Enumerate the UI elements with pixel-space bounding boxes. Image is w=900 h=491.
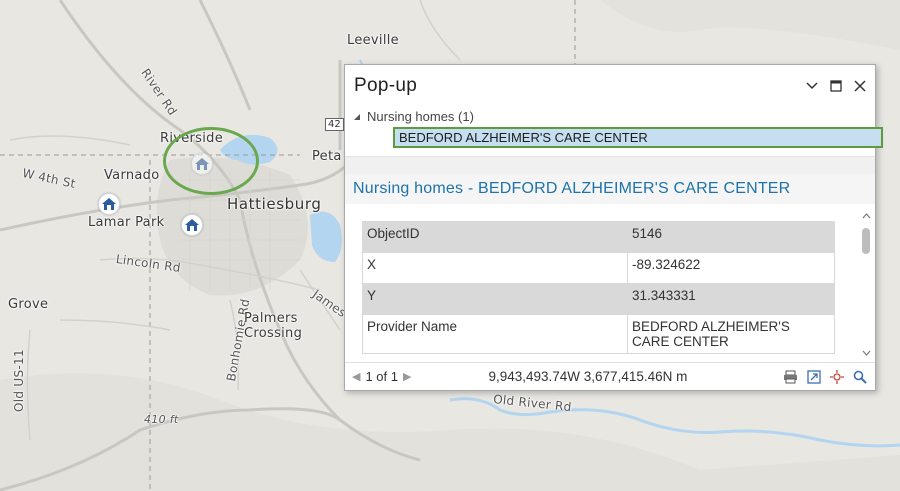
map-label-elevation: 410 ft — [144, 413, 179, 426]
chevron-down-icon[interactable] — [805, 79, 819, 93]
tree-group-nursing-homes[interactable]: Nursing homes (1) — [353, 107, 875, 125]
map-label-varnado: Varnado — [104, 168, 160, 183]
attribute-row: Provider Name BEDFORD ALZHEIMER'S CARE CE… — [362, 314, 835, 354]
map-label-peta: Peta — [312, 149, 342, 164]
selection-highlight-ring — [163, 127, 259, 195]
map-label-lamar-park: Lamar Park — [88, 215, 165, 230]
coordinates-readout: 9,943,493.74W 3,677,415.46N m — [488, 369, 688, 384]
maximize-icon[interactable] — [829, 79, 843, 93]
vertical-scrollbar[interactable] — [860, 208, 872, 363]
tree-group-label: Nursing homes (1) — [367, 108, 474, 124]
popup-title: Pop-up — [354, 75, 418, 96]
pager: ◀ 1 of 1 ▶ — [345, 369, 411, 384]
popup-titlebar[interactable]: Pop-up — [345, 65, 875, 107]
map-label-leeville: Leeville — [347, 33, 399, 48]
splitter[interactable] — [345, 156, 875, 174]
attribute-field-value: 5146 — [627, 221, 835, 253]
scroll-thumb[interactable] — [862, 228, 870, 254]
attribute-row: ObjectID 5146 — [362, 221, 835, 253]
map-view[interactable]: Leeville River Rd Riverside Varnado W 4t… — [0, 0, 900, 491]
popup-pane: Pop-up Nursing homes (1) BEDFORD ALZHEIM… — [344, 64, 883, 391]
next-feature-icon[interactable]: ▶ — [403, 370, 411, 383]
attribute-table: ObjectID 5146 X -89.324622 Y 31.343331 Provide… — [362, 221, 835, 354]
tree-item-selected-feature[interactable]: BEDFORD ALZHEIMER'S CARE CENTER — [393, 127, 883, 148]
export-icon[interactable] — [806, 369, 821, 384]
attribute-field-name: Provider Name — [362, 314, 628, 354]
attribute-field-name: ObjectID — [362, 221, 628, 253]
print-icon[interactable] — [783, 369, 798, 384]
feature-tree: Nursing homes (1) BEDFORD ALZHEIMER'S CA… — [345, 107, 883, 148]
attribute-row: Y 31.343331 — [362, 283, 835, 315]
route-42-shield: 42 — [325, 118, 344, 131]
flash-feature-icon[interactable] — [829, 369, 844, 384]
attribute-field-name: Y — [362, 283, 628, 315]
attribute-row: X -89.324622 — [362, 252, 835, 284]
previous-feature-icon[interactable]: ◀ — [352, 370, 360, 383]
map-label-grove: Grove — [8, 297, 49, 312]
attribute-panel: ObjectID 5146 X -89.324622 Y 31.343331 Provide… — [345, 208, 875, 363]
zoom-to-icon[interactable] — [852, 369, 867, 384]
nursing-home-icon[interactable] — [181, 214, 203, 236]
attribute-field-value: -89.324622 — [627, 252, 835, 284]
close-icon[interactable] — [853, 79, 867, 93]
feature-title: Nursing homes - BEDFORD ALZHEIMER'S CARE… — [345, 174, 875, 204]
attribute-field-value: 31.343331 — [627, 283, 835, 315]
nursing-home-icon[interactable] — [98, 193, 120, 215]
pager-label: 1 of 1 — [365, 369, 398, 384]
attribute-field-value: BEDFORD ALZHEIMER'S CARE CENTER — [627, 314, 835, 354]
map-label-palmers-crossing: Palmers Crossing — [244, 311, 303, 341]
map-label-hattiesburg: Hattiesburg — [227, 195, 322, 213]
map-label-old-us-11: Old US-11 — [12, 349, 26, 412]
popup-statusbar: ◀ 1 of 1 ▶ 9,943,493.74W 3,677,415.46N m — [345, 362, 875, 390]
attribute-field-name: X — [362, 252, 628, 284]
scroll-down-icon[interactable] — [860, 347, 872, 359]
collapse-triangle-icon[interactable] — [353, 109, 361, 124]
scroll-up-icon[interactable] — [860, 210, 872, 222]
